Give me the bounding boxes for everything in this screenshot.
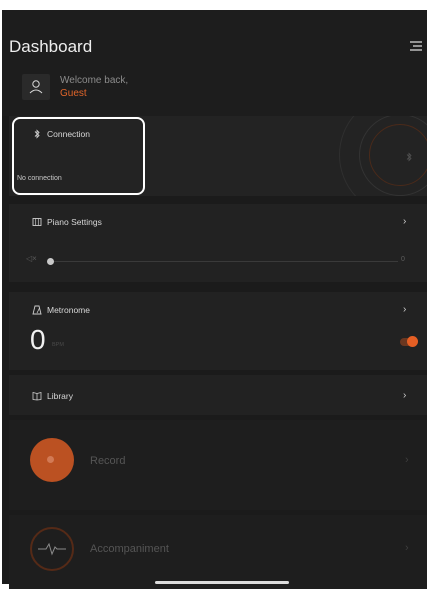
user-icon	[29, 80, 43, 94]
volume-icon: ◁×	[26, 254, 37, 263]
accompaniment-label: Accompaniment	[90, 543, 169, 555]
record-icon	[47, 456, 54, 463]
record-label: Record	[90, 455, 126, 467]
piano-settings-label: Piano Settings	[47, 217, 102, 227]
waveform-icon	[38, 542, 66, 556]
connection-ring	[369, 124, 427, 186]
volume-slider-handle[interactable]	[47, 258, 54, 265]
metronome-card[interactable]	[9, 292, 427, 370]
library-label: Library	[47, 391, 73, 401]
metronome-label: Metronome	[47, 305, 90, 315]
volume-slider[interactable]	[50, 261, 398, 262]
metronome-icon	[32, 305, 42, 315]
bpm-unit: BPM	[52, 342, 64, 348]
bluetooth-small-icon	[406, 152, 412, 162]
user-name: Guest	[60, 88, 87, 99]
connection-highlight	[12, 117, 145, 195]
book-icon	[32, 391, 42, 401]
piano-icon	[32, 218, 42, 226]
bpm-value: 0	[30, 324, 46, 355]
volume-value: 0	[401, 256, 405, 263]
chevron-right-icon[interactable]: ›	[405, 454, 414, 466]
page-title: Dashboard	[9, 37, 93, 56]
chevron-right-icon[interactable]: ›	[405, 542, 414, 554]
piano-settings-card[interactable]	[9, 204, 427, 282]
chevron-right-icon[interactable]: ›	[403, 304, 413, 315]
avatar[interactable]	[22, 74, 50, 100]
menu-icon[interactable]	[409, 40, 423, 52]
welcome-text: Welcome back,	[60, 75, 129, 86]
chevron-right-icon[interactable]: ›	[403, 216, 413, 227]
header	[2, 10, 427, 116]
chevron-right-icon[interactable]: ›	[403, 390, 413, 401]
metronome-toggle-knob[interactable]	[407, 336, 418, 347]
